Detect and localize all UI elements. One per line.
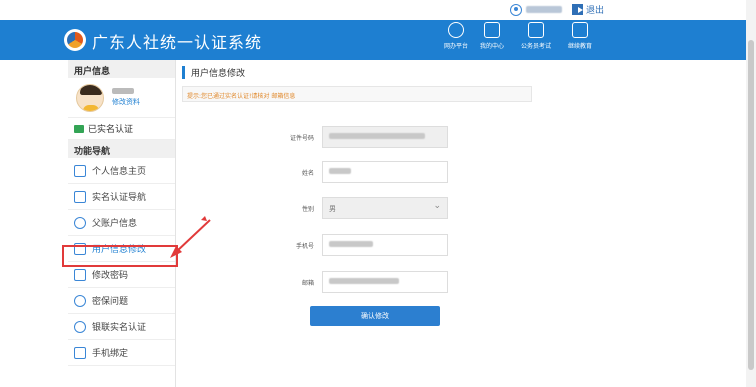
sidebar-item-phone-binding[interactable]: 手机绑定	[68, 340, 175, 366]
username-masked	[526, 6, 562, 13]
sidebar-item-label: 银联实名认证	[92, 323, 147, 333]
edit-profile-link[interactable]: 修改资料	[112, 97, 140, 107]
gender-row: 性别 男	[276, 197, 448, 219]
id-number-label: 证件号码	[289, 134, 314, 142]
logout-icon	[572, 4, 583, 15]
email-label: 邮箱	[301, 279, 314, 287]
user-icon	[74, 320, 86, 333]
page-scrollbar[interactable]	[746, 0, 756, 387]
nav-label: 网办平台	[443, 43, 468, 50]
nav-continuing-education[interactable]: 继续教育	[560, 22, 600, 50]
exam-icon	[528, 22, 544, 38]
sidebar-item-personal-home[interactable]: 个人信息主页	[68, 158, 175, 184]
nav-my-center[interactable]: 我的中心	[472, 22, 512, 50]
user-icon	[510, 3, 522, 16]
sidebar-item-parent-account[interactable]: 父账户信息	[68, 210, 175, 236]
id-card-icon	[484, 22, 500, 38]
top-utility-bar: 退出	[0, 0, 756, 20]
monitor-icon	[572, 22, 588, 38]
email-row: 邮箱	[276, 271, 448, 293]
scrollbar-thumb[interactable]	[748, 40, 754, 370]
name-label: 姓名	[301, 169, 314, 177]
name-row: 姓名	[276, 161, 448, 183]
gender-value: 男	[329, 205, 336, 213]
logo-emblem-icon	[67, 32, 83, 48]
verified-status: 已实名认证	[68, 118, 175, 140]
breadcrumb: 用户信息修改	[182, 66, 245, 79]
sidebar-item-label: 个人信息主页	[92, 167, 147, 177]
sidebar-item-label: 父账户信息	[92, 219, 138, 229]
phone-row: 手机号	[276, 234, 448, 256]
nav-heading: 功能导航	[68, 140, 175, 158]
site-logo[interactable]	[64, 29, 86, 51]
nav-label: 继续教育	[567, 43, 592, 50]
sidebar-item-security-question[interactable]: 密保问题	[68, 288, 175, 314]
sidebar-item-label: 密保问题	[92, 297, 129, 307]
nav-label: 我的中心	[479, 43, 504, 50]
phone-icon	[74, 346, 86, 359]
people-icon	[74, 164, 86, 177]
site-header: 广东人社统一认证系统 网办平台 我的中心 公务员考试 继续教育	[0, 20, 746, 60]
confirm-edit-button[interactable]: 确认修改	[310, 306, 440, 326]
sidebar-item-label: 修改密码	[92, 271, 129, 281]
sidebar-item-realname-nav[interactable]: 实名认证导航	[68, 184, 175, 210]
id-card-icon	[74, 190, 86, 203]
gender-select[interactable]: 男	[322, 197, 448, 219]
sidebar-item-label: 实名认证导航	[92, 193, 147, 203]
gender-label: 性别	[301, 205, 314, 213]
avatar[interactable]	[76, 83, 104, 112]
notice-banner: 提示:您已通过实名认证!请核对 邮箱信息	[182, 86, 532, 102]
logout-label: 退出	[586, 6, 605, 16]
nav-online-platform[interactable]: 网办平台	[436, 22, 476, 50]
site-title: 广东人社统一认证系统	[92, 33, 263, 52]
verified-label: 已实名认证	[88, 125, 134, 135]
nav-label: 公务员考试	[520, 43, 551, 50]
email-field[interactable]	[322, 271, 448, 293]
shield-icon	[74, 294, 86, 307]
user-icon	[74, 216, 86, 229]
compass-icon	[448, 22, 464, 38]
phone-field[interactable]	[322, 234, 448, 256]
logout-link[interactable]: 退出	[572, 3, 604, 16]
profile-card: 修改资料	[68, 78, 175, 118]
username-masked	[112, 88, 134, 94]
id-number-field	[322, 126, 448, 148]
nav-civil-exam[interactable]: 公务员考试	[516, 22, 556, 50]
annotation-highlight-box	[62, 245, 178, 267]
sidebar: 用户信息 修改资料 已实名认证 功能导航 个人信息主页 实名认证导航 父账户信息…	[68, 60, 176, 387]
user-menu[interactable]: 退出	[510, 3, 604, 16]
name-field[interactable]	[322, 161, 448, 183]
sidebar-item-unionpay-auth[interactable]: 银联实名认证	[68, 314, 175, 340]
user-info-heading: 用户信息	[68, 60, 175, 78]
verified-icon	[74, 124, 84, 133]
lock-icon	[74, 268, 86, 281]
main-content: 用户信息修改 提示:您已通过实名认证!请核对 邮箱信息 证件号码 姓名 性别 男…	[176, 60, 746, 387]
phone-label: 手机号	[295, 242, 314, 250]
id-number-row: 证件号码	[276, 126, 448, 148]
sidebar-item-label: 手机绑定	[92, 349, 129, 359]
